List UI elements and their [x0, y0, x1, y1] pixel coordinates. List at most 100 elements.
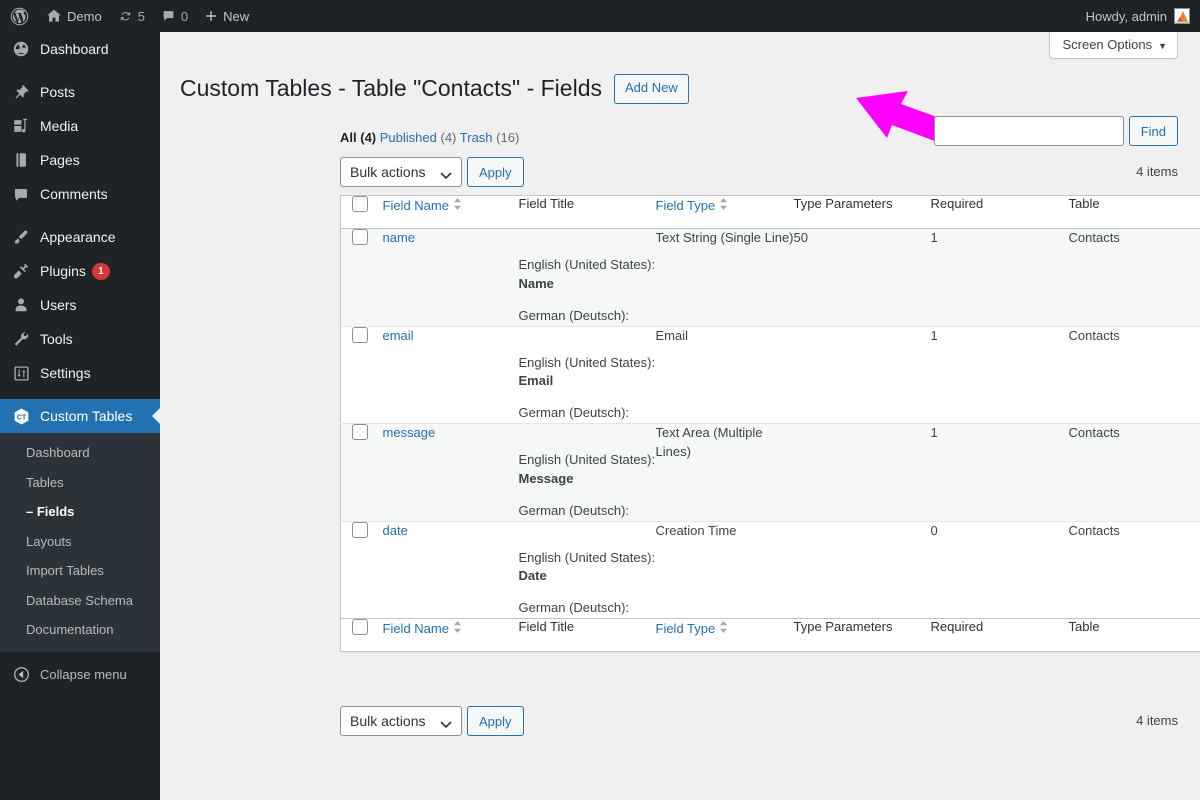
sidebar-item-posts[interactable]: Posts: [0, 75, 160, 109]
view-link-published[interactable]: Published (4): [380, 130, 457, 145]
column-header-required: Required: [930, 195, 1069, 229]
row-select-cell: [341, 326, 383, 424]
sidebar-item-label: Custom Tables: [40, 408, 133, 424]
sort-field-type-link[interactable]: Field Type: [656, 198, 716, 213]
updates-menu[interactable]: 5: [110, 0, 153, 32]
sort-field-name-link[interactable]: Field Name: [383, 198, 449, 213]
cell-field-name: name: [383, 229, 519, 327]
pages-icon: [11, 151, 31, 169]
column-header-field-name[interactable]: Field Name: [382, 195, 519, 229]
search-box: Find: [933, 116, 1178, 146]
cell-field-title: English (United States): Email German (D…: [519, 326, 656, 424]
wrench-icon: [11, 330, 31, 348]
bulk-actions-select-bottom[interactable]: Bulk actions: [340, 706, 462, 736]
search-input[interactable]: [933, 116, 1124, 146]
cell-table: Contacts: [1068, 522, 1120, 538]
add-new-button[interactable]: Add New: [614, 74, 689, 104]
table-body: name English (United States): Name Germa…: [340, 228, 1200, 619]
sort-field-type-link-footer[interactable]: Field Type: [656, 621, 716, 636]
find-button[interactable]: Find: [1128, 116, 1178, 146]
submenu-item-database-schema[interactable]: Database Schema: [0, 586, 160, 616]
fields-list-table: Field Name Field Title Field Type Type P…: [340, 195, 1200, 653]
field-name-link[interactable]: email: [383, 328, 414, 343]
sidebar-item-media[interactable]: Media: [0, 109, 160, 143]
field-title-en: English (United States): Message: [519, 451, 656, 489]
submenu-item-fields[interactable]: – Fields: [0, 497, 160, 527]
avatar: [1174, 8, 1190, 24]
new-content-menu[interactable]: New: [196, 0, 257, 32]
current-menu-arrow-icon: [152, 408, 160, 424]
cell-field-name: email: [383, 326, 519, 424]
column-footer-required: Required: [930, 618, 1069, 652]
column-footer-field-name[interactable]: Field Name: [382, 618, 519, 652]
submenu-item-dashboard[interactable]: Dashboard: [0, 438, 160, 468]
submenu-item-tables[interactable]: Tables: [0, 468, 160, 498]
sidebar-item-plugins[interactable]: Plugins 1: [0, 254, 160, 288]
table-row: email English (United States): Email Ger…: [340, 326, 1200, 424]
table-row: message English (United States): Message…: [340, 423, 1200, 522]
apply-button-bottom[interactable]: Apply: [467, 706, 524, 736]
field-title-de: German (Deutsch):: [519, 502, 656, 521]
column-header-field-title: Field Title: [518, 195, 656, 229]
screen-options-label: Screen Options: [1062, 37, 1153, 52]
view-published-label: Published: [379, 130, 437, 145]
apply-button-top[interactable]: Apply: [467, 157, 524, 187]
submenu-item-layouts[interactable]: Layouts: [0, 527, 160, 557]
view-link-trash[interactable]: Trash (16): [460, 130, 520, 145]
sidebar-item-label: Dashboard: [40, 41, 109, 57]
sidebar-item-label: Appearance: [40, 229, 116, 245]
field-title-de: German (Deutsch):: [519, 599, 656, 618]
sort-field-name-link-footer[interactable]: Field Name: [383, 621, 449, 636]
sidebar-item-tools[interactable]: Tools: [0, 322, 160, 356]
sidebar-item-label: Media: [40, 118, 79, 134]
account-menu[interactable]: Howdy, admin: [1086, 8, 1200, 24]
cell-required: 1: [930, 425, 938, 441]
field-title-en: English (United States): Date: [519, 549, 656, 587]
chevron-down-icon: ▼: [1158, 41, 1167, 51]
column-footer-field-type[interactable]: Field Type: [655, 618, 794, 652]
row-checkbox[interactable]: [352, 521, 368, 538]
dashboard-icon: [11, 40, 31, 58]
sidebar-item-comments[interactable]: Comments: [0, 177, 160, 211]
sidebar-item-settings[interactable]: Settings: [0, 356, 160, 390]
field-title-de-label: German (Deutsch):: [518, 502, 630, 518]
row-checkbox[interactable]: [352, 229, 368, 245]
sidebar-item-dashboard[interactable]: Dashboard: [0, 32, 160, 66]
cell-required: 0: [930, 522, 938, 538]
select-all-checkbox[interactable]: [352, 196, 368, 212]
site-name-menu[interactable]: Demo: [38, 0, 110, 32]
select-all-header: [340, 195, 383, 229]
bulk-actions-select-top[interactable]: Bulk actions: [340, 157, 462, 187]
chevron-down-icon: [440, 717, 452, 733]
field-name-link[interactable]: message: [383, 425, 436, 440]
view-link-all[interactable]: All (4): [340, 130, 376, 145]
row-checkbox[interactable]: [352, 424, 368, 441]
collapse-menu-button[interactable]: Collapse menu: [0, 658, 160, 692]
submenu-item-import-tables[interactable]: Import Tables: [0, 556, 160, 586]
column-header-field-type[interactable]: Field Type: [655, 195, 794, 229]
view-all-label: All: [340, 130, 357, 145]
select-all-checkbox-footer[interactable]: [352, 619, 368, 636]
sidebar-item-appearance[interactable]: Appearance: [0, 220, 160, 254]
submenu-item-documentation[interactable]: Documentation: [0, 615, 160, 645]
sidebar-item-pages[interactable]: Pages: [0, 143, 160, 177]
table-footer-row: Field Name Field Title Field Type Type P…: [340, 618, 1200, 652]
comment-bubble-icon: [163, 11, 174, 21]
wp-logo-menu[interactable]: [0, 0, 38, 32]
media-icon: [11, 117, 31, 135]
field-name-link[interactable]: name: [383, 230, 416, 245]
cell-field-title: English (United States): Name German (De…: [519, 229, 656, 327]
main-content: Screen Options ▼ Custom Tables - Table "C…: [160, 32, 1200, 800]
row-checkbox[interactable]: [352, 326, 368, 343]
sidebar-item-custom-tables[interactable]: CT Custom Tables: [0, 399, 160, 433]
field-name-link[interactable]: date: [383, 523, 408, 538]
collapse-arrow-icon: [11, 666, 31, 683]
sidebar-item-users[interactable]: Users: [0, 288, 160, 322]
admin-bar: Demo 5 0 New Howdy, admin: [0, 0, 1200, 32]
comments-menu[interactable]: 0: [153, 0, 196, 32]
comments-icon: [11, 186, 31, 203]
user-icon: [11, 296, 31, 314]
home-icon: [47, 9, 61, 22]
items-count-bottom: 4 items: [1136, 713, 1178, 728]
screen-options-button[interactable]: Screen Options ▼: [1049, 32, 1178, 59]
